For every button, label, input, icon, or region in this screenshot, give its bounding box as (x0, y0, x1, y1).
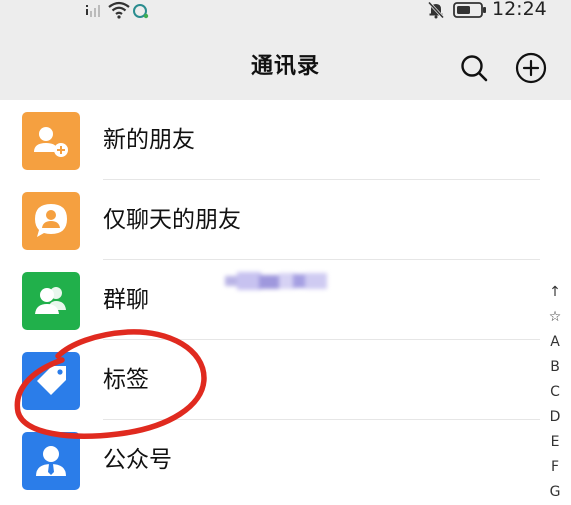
tag-icon (22, 352, 80, 410)
official-account-icon (22, 432, 80, 490)
official-accounts-item[interactable]: 公众号 (0, 420, 540, 500)
status-bar: 12:24 (0, 0, 571, 26)
top-bar-area: 12:24 通讯录 (0, 0, 571, 100)
status-time: 12:24 (492, 0, 547, 20)
signal-icon (86, 5, 100, 17)
index-item-g[interactable]: G (544, 480, 566, 505)
chat-only-friends-item[interactable]: 仅聊天的朋友 (0, 180, 540, 260)
index-item-c[interactable]: C (544, 380, 566, 405)
wifi-icon (108, 1, 130, 19)
tags-label: 标签 (103, 367, 149, 393)
group-chats-label: 群聊 (103, 287, 149, 313)
index-item-a[interactable]: A (544, 330, 566, 355)
hd-icon (133, 4, 149, 19)
chat-only-friends-label: 仅聊天的朋友 (103, 207, 241, 233)
contacts-menu-list: 新的朋友 仅聊天的朋友 群聊 标签 公众号 (0, 100, 571, 500)
index-item-top[interactable]: ↑ (544, 280, 566, 305)
mute-bell-icon (427, 1, 445, 19)
new-friends-label: 新的朋友 (103, 127, 195, 153)
add-friend-icon (22, 112, 80, 170)
index-item-star[interactable]: ☆ (544, 305, 566, 330)
battery-icon (453, 2, 486, 18)
search-icon[interactable] (459, 53, 489, 83)
index-item-f[interactable]: F (544, 455, 566, 480)
title-bar: 通讯录 (0, 40, 571, 94)
official-accounts-label: 公众号 (103, 447, 172, 473)
group-chat-icon (22, 272, 80, 330)
plus-circle-icon[interactable] (515, 52, 547, 84)
chat-only-friend-icon (22, 192, 80, 250)
alphabet-index[interactable]: ↑ ☆ A B C D E F G (544, 280, 566, 505)
blurred-tag-name (225, 272, 327, 290)
index-item-d[interactable]: D (544, 405, 566, 430)
index-item-e[interactable]: E (544, 430, 566, 455)
new-friends-item[interactable]: 新的朋友 (0, 100, 540, 180)
tags-item[interactable]: 标签 (0, 340, 540, 420)
index-item-b[interactable]: B (544, 355, 566, 380)
